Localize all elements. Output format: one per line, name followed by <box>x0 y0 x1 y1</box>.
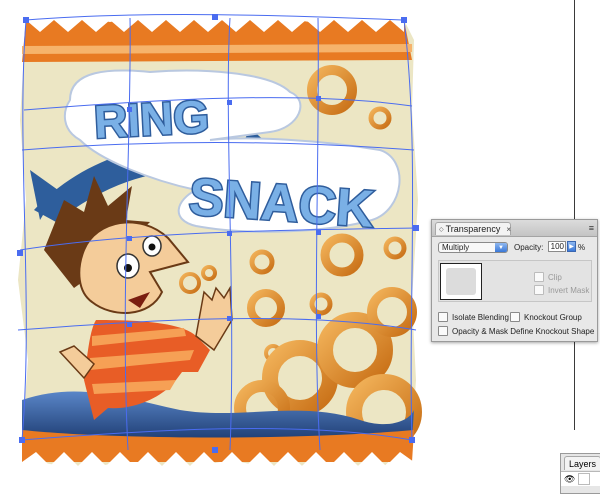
transparency-panel: ◇ Transparency × ≡ Multiply ▼ Opacity: 1… <box>431 219 598 342</box>
isolate-blending-label: Isolate Blending <box>452 312 509 322</box>
invert-mask-checkbox[interactable] <box>534 285 544 295</box>
isolate-blending-checkbox[interactable] <box>438 312 448 322</box>
layer-row[interactable]: 👁 <box>561 471 600 486</box>
clip-checkbox[interactable] <box>534 272 544 282</box>
opacity-unit: % <box>578 243 586 252</box>
knockout-group-label: Knockout Group <box>524 312 582 322</box>
blend-mode-select[interactable]: Multiply ▼ <box>438 242 508 253</box>
invert-mask-option: Invert Mask <box>534 285 589 295</box>
chevron-down-icon: ▼ <box>495 243 507 252</box>
eye-icon[interactable]: 👁 <box>564 474 575 485</box>
layers-panel: Layers 👁 <box>560 453 600 494</box>
lock-toggle[interactable] <box>578 473 591 485</box>
panel-header: ◇ Transparency × ≡ <box>432 220 597 237</box>
opacity-mask-knockout-checkbox[interactable] <box>438 326 448 336</box>
knockout-group-checkbox[interactable] <box>510 312 520 322</box>
title-ring: RING <box>93 90 211 148</box>
tab-layers-label: Layers <box>569 458 597 469</box>
boy-pupil-right <box>148 243 156 251</box>
blend-mode-value: Multiply <box>442 243 470 252</box>
clip-option: Clip <box>534 272 562 282</box>
tab-transparency-label: Transparency <box>445 224 501 234</box>
knockout-group-option: Knockout Group <box>510 312 582 322</box>
isolate-blending-option: Isolate Blending <box>438 312 509 322</box>
panel-menu-icon[interactable]: ≡ <box>589 223 594 233</box>
opacity-mask-knockout-label: Opacity & Mask Define Knockout Shape <box>452 326 595 336</box>
opacity-slider-button[interactable]: ▶ <box>567 241 576 252</box>
boy-pupil-left <box>124 264 132 272</box>
tab-layers[interactable]: Layers <box>564 456 600 470</box>
tab-options-icon[interactable]: ◇ <box>439 226 444 233</box>
invert-mask-label: Invert Mask <box>548 285 590 295</box>
clip-label: Clip <box>548 272 562 282</box>
opacity-label: Opacity: <box>514 243 544 252</box>
artboard-edge-line <box>574 0 575 430</box>
thumbnail-area: Clip Invert Mask <box>438 260 592 302</box>
tab-transparency[interactable]: ◇ Transparency × <box>435 222 511 235</box>
opacity-input[interactable]: 100 <box>548 241 566 252</box>
thumbnail-preview <box>446 268 476 295</box>
object-thumbnail[interactable] <box>440 263 482 300</box>
opacity-mask-knockout-option: Opacity & Mask Define Knockout Shape <box>438 326 594 336</box>
close-icon[interactable]: × <box>506 225 511 234</box>
